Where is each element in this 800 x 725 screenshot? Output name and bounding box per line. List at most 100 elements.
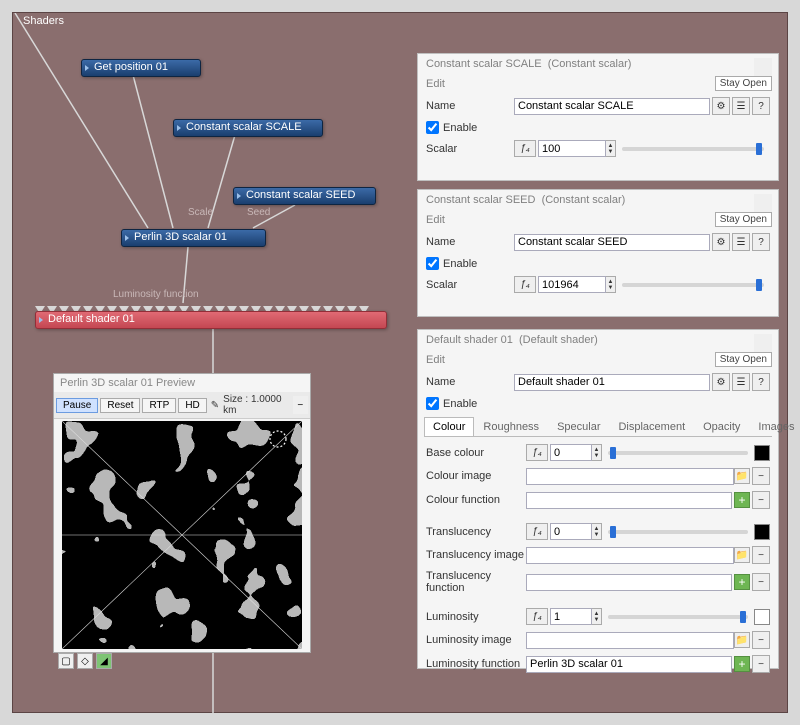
remove-button[interactable]: −: [752, 546, 770, 564]
scalar-spinner[interactable]: [606, 276, 616, 293]
panel-minimize-button[interactable]: [754, 334, 772, 352]
remove-button[interactable]: −: [752, 631, 770, 649]
panel-minimize-button[interactable]: [754, 194, 772, 212]
colour-function-input[interactable]: [526, 492, 732, 509]
preview-window[interactable]: Perlin 3D scalar 01 Preview Pause Reset …: [53, 373, 311, 653]
translucency-spinner[interactable]: [592, 523, 602, 540]
stay-open-button[interactable]: Stay Open: [715, 352, 772, 367]
base-colour-input[interactable]: [550, 444, 592, 461]
translucency-function-label: Translucency function: [426, 570, 526, 594]
preview-view1-icon[interactable]: ▢: [58, 653, 74, 669]
node-constant-seed[interactable]: Constant scalar SEED: [233, 187, 376, 205]
pause-button[interactable]: Pause: [56, 398, 98, 413]
translucency-swatch[interactable]: [754, 524, 770, 540]
scalar-slider[interactable]: [622, 283, 764, 287]
node-get-position[interactable]: Get position 01: [81, 59, 201, 77]
scalar-input[interactable]: [538, 276, 606, 293]
enable-checkbox[interactable]: [426, 397, 439, 410]
gear-icon[interactable]: ⚙: [712, 373, 730, 391]
translucency-slider[interactable]: [608, 530, 748, 534]
name-input[interactable]: [514, 374, 710, 391]
notes-icon[interactable]: ☰: [732, 233, 750, 251]
luminosity-function-label: Luminosity function: [426, 658, 526, 670]
tab-displacement[interactable]: Displacement: [609, 417, 694, 436]
gear-icon[interactable]: ⚙: [712, 97, 730, 115]
luminosity-function-input[interactable]: [526, 656, 732, 673]
translucency-function-input[interactable]: [526, 574, 732, 591]
shader-tabs: Colour Roughness Specular Displacement O…: [424, 417, 772, 437]
help-icon[interactable]: ?: [752, 97, 770, 115]
panel-minimize-button[interactable]: [754, 58, 772, 76]
preview-size-label: Size : 1.0000 km: [223, 394, 287, 416]
node-constant-scale[interactable]: Constant scalar SCALE: [173, 119, 323, 137]
remove-button[interactable]: −: [752, 655, 770, 673]
stay-open-button[interactable]: Stay Open: [715, 76, 772, 91]
name-input[interactable]: [514, 98, 710, 115]
translucency-input[interactable]: [550, 523, 592, 540]
translucency-label: Translucency: [426, 526, 526, 538]
notes-icon[interactable]: ☰: [732, 373, 750, 391]
panel-title: Default shader 01: [426, 334, 513, 346]
remove-button[interactable]: −: [752, 573, 770, 591]
colour-image-input[interactable]: [526, 468, 734, 485]
translucency-image-input[interactable]: [526, 547, 734, 564]
base-colour-slider[interactable]: [608, 451, 748, 455]
shaders-workspace[interactable]: Shaders Get position 01 Constant scalar …: [12, 12, 788, 713]
tab-colour[interactable]: Colour: [424, 417, 474, 436]
remove-button[interactable]: −: [752, 467, 770, 485]
fx-icon[interactable]: ƒ₄: [514, 276, 536, 293]
scalar-slider[interactable]: [622, 147, 764, 151]
fx-icon[interactable]: ƒ₄: [514, 140, 536, 157]
base-colour-swatch[interactable]: [754, 445, 770, 461]
folder-icon[interactable]: 📁: [734, 632, 750, 648]
scalar-label: Scalar: [426, 279, 514, 291]
hd-button[interactable]: HD: [178, 398, 206, 413]
name-input[interactable]: [514, 234, 710, 251]
tab-opacity[interactable]: Opacity: [694, 417, 749, 436]
luminosity-spinner[interactable]: [592, 608, 602, 625]
enable-label: Enable: [443, 398, 477, 410]
luminosity-swatch[interactable]: [754, 609, 770, 625]
tab-images[interactable]: Images: [749, 417, 800, 436]
preview-view2-icon[interactable]: ◇: [77, 653, 93, 669]
add-button[interactable]: +: [734, 492, 750, 508]
luminosity-image-input[interactable]: [526, 632, 734, 649]
scalar-spinner[interactable]: [606, 140, 616, 157]
port-label-luminosity: Luminosity function: [113, 289, 199, 300]
preview-minimize-button[interactable]: −: [293, 396, 308, 414]
fx-icon[interactable]: ƒ₄: [526, 608, 548, 625]
add-button[interactable]: +: [734, 574, 750, 590]
node-perlin-scalar[interactable]: Perlin 3D scalar 01: [121, 229, 266, 247]
base-colour-spinner[interactable]: [592, 444, 602, 461]
luminosity-input[interactable]: [550, 608, 592, 625]
add-button[interactable]: +: [734, 656, 750, 672]
stay-open-button[interactable]: Stay Open: [715, 212, 772, 227]
fx-icon[interactable]: ƒ₄: [526, 444, 548, 461]
colour-image-label: Colour image: [426, 470, 526, 482]
enable-checkbox[interactable]: [426, 121, 439, 134]
folder-icon[interactable]: 📁: [734, 468, 750, 484]
preview-canvas[interactable]: [62, 421, 302, 649]
node-label: Default shader 01: [48, 313, 135, 325]
gear-icon[interactable]: ⚙: [712, 233, 730, 251]
enable-checkbox[interactable]: [426, 257, 439, 270]
tab-roughness[interactable]: Roughness: [474, 417, 548, 436]
remove-button[interactable]: −: [752, 491, 770, 509]
node-default-shader[interactable]: Default shader 01: [35, 311, 387, 329]
scalar-input[interactable]: [538, 140, 606, 157]
preview-view3-icon[interactable]: ◢: [96, 653, 112, 669]
notes-icon[interactable]: ☰: [732, 97, 750, 115]
brush-icon[interactable]: ✎: [211, 400, 219, 411]
fx-icon[interactable]: ƒ₄: [526, 523, 548, 540]
rtp-button[interactable]: RTP: [142, 398, 176, 413]
luminosity-slider[interactable]: [608, 615, 748, 619]
help-icon[interactable]: ?: [752, 233, 770, 251]
help-icon[interactable]: ?: [752, 373, 770, 391]
preview-title: Perlin 3D scalar 01 Preview: [54, 374, 310, 392]
scalar-label: Scalar: [426, 143, 514, 155]
panel-constant-seed: Constant scalar SEED (Constant scalar) E…: [417, 189, 779, 317]
panel-title: Constant scalar SEED: [426, 194, 535, 206]
tab-specular[interactable]: Specular: [548, 417, 609, 436]
folder-icon[interactable]: 📁: [734, 547, 750, 563]
reset-button[interactable]: Reset: [100, 398, 140, 413]
